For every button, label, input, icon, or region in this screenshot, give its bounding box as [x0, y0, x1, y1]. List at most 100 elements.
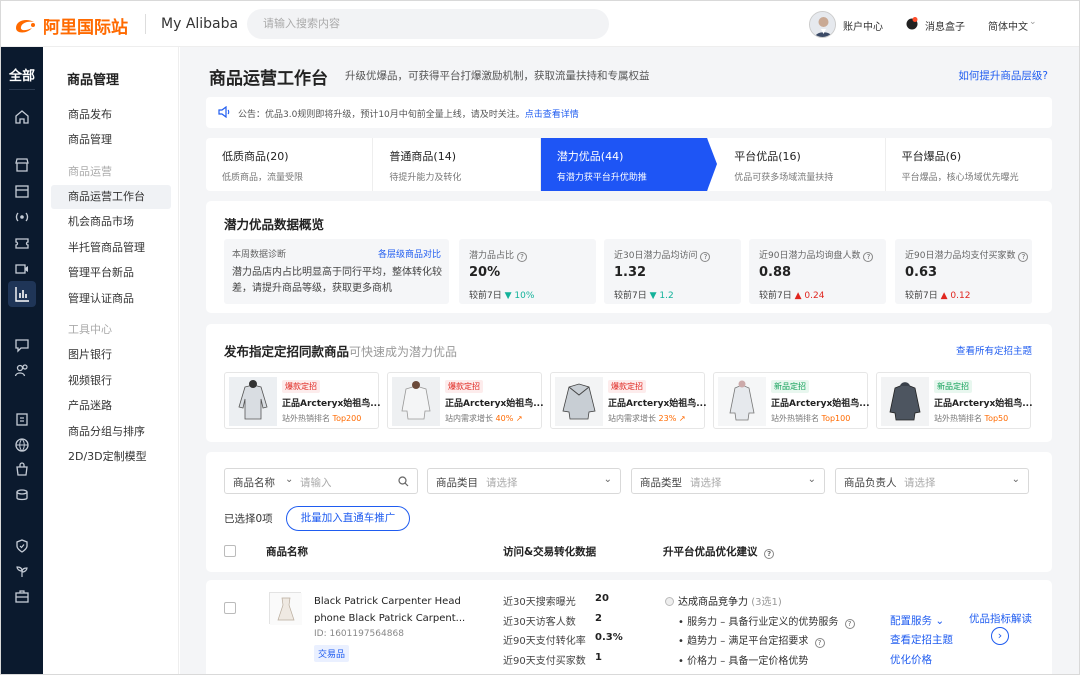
clipboard-icon[interactable] — [14, 411, 30, 427]
category-filter[interactable]: 商品类目 请选择 ⌄ — [427, 468, 621, 494]
owner-filter[interactable]: 商品负责人 请选择 ⌄ — [835, 468, 1029, 494]
message-box-icon[interactable] — [905, 16, 919, 30]
users-icon[interactable] — [14, 362, 30, 378]
bag-icon[interactable] — [14, 461, 30, 477]
help-link[interactable]: 如何提升商品层级? — [958, 68, 1048, 83]
chevron-down-icon: ⌄ — [935, 615, 945, 627]
shop-icon[interactable] — [14, 157, 30, 173]
ticket-icon[interactable] — [14, 235, 30, 251]
view-theme-link[interactable]: 查看定招主题 — [890, 632, 953, 647]
search-input[interactable]: 请输入搜索内容 — [247, 9, 609, 39]
alibaba-logo[interactable]: 阿里国际站 — [13, 13, 128, 38]
product-meta: 站内需求增长 40% ↗ — [445, 413, 523, 424]
help-icon[interactable]: ? — [863, 252, 874, 262]
table-row: Black Patrick Carpenter Head phone Black… — [206, 580, 1052, 674]
metric-compare: 较前7日 ▲ 0.24 — [759, 288, 824, 301]
sidebar-item-2d3d-model[interactable]: 2D/3D定制模型 — [51, 445, 171, 469]
notice-detail-link[interactable]: 点击查看详情 — [525, 110, 579, 120]
product-suggestion-card[interactable]: 爆款定招 正品Arcteryx始祖鸟... 站外热销排名 Top200 — [224, 372, 381, 429]
product-meta: 站外热销排名 Top50 — [934, 413, 1008, 424]
product-name-filter[interactable]: 商品名称 ⌄ 请输入 — [224, 468, 418, 494]
sidebar-item-product-manage[interactable]: 商品管理 — [51, 128, 171, 152]
tab-potential[interactable]: 潜力优品(44) 有潜力获平台升优助推 — [540, 138, 718, 191]
select-all-checkbox[interactable] — [224, 545, 236, 557]
metric-compare: 较前7日 ▼ 10% — [469, 288, 534, 301]
my-alibaba-label[interactable]: My Alibaba — [161, 16, 238, 32]
product-thumbnail[interactable] — [269, 592, 302, 625]
language-select[interactable]: 简体中文 — [988, 18, 1028, 33]
sidebar-item-product-publish[interactable]: 商品发布 — [51, 103, 171, 127]
chevron-down-icon: ⌄ — [285, 474, 294, 485]
chat-icon[interactable] — [14, 337, 30, 353]
metric-compare-label: 较前7日 — [469, 291, 502, 301]
meta-prefix: 站内需求增长 — [608, 414, 656, 423]
sidebar-item-image-bank[interactable]: 图片银行 — [51, 343, 171, 367]
jacket-image-icon — [555, 377, 603, 426]
help-icon[interactable]: ? — [1018, 252, 1029, 262]
globe-icon[interactable] — [14, 437, 30, 453]
optimize-price-link[interactable]: 优化价格 — [890, 652, 932, 667]
product-id: ID: 1601197564868 — [314, 629, 404, 639]
product-title[interactable]: Black Patrick Carpenter Head phone Black… — [314, 593, 484, 627]
suggestion-text: 价格力 – 具备一定价格优势 — [687, 656, 809, 667]
help-icon[interactable]: ? — [517, 252, 528, 262]
alibaba-logo-mark-icon — [16, 19, 35, 32]
tab-low-quality[interactable]: 低质商品(20) 低质商品，流量受限 — [206, 138, 374, 191]
search-icon[interactable] — [398, 476, 409, 487]
sidebar-item-product-maze[interactable]: 产品迷路 — [51, 394, 171, 418]
logo-text: 阿里国际站 — [43, 18, 128, 38]
sidebar-item-certified[interactable]: 管理认证商品 — [51, 287, 171, 311]
sidebar-item-platform-new[interactable]: 管理平台新品 — [51, 261, 171, 285]
interpret-link[interactable]: 优品指标解读 — [969, 611, 1032, 626]
tab-desc: 待提升能力及转化 — [389, 173, 462, 183]
product-name: 正品Arcteryx始祖鸟... — [934, 399, 1033, 409]
help-icon[interactable]: ? — [764, 549, 775, 559]
all-themes-link[interactable]: 查看所有定招主题 — [956, 343, 1032, 357]
avatar[interactable] — [809, 11, 836, 38]
jacket-image-icon — [718, 377, 766, 426]
app-window: 阿里国际站 My Alibaba 请输入搜索内容 账户中心 消息盒子 简体中文 … — [0, 0, 1080, 675]
account-center-link[interactable]: 账户中心 — [843, 18, 883, 33]
tier-compare-link[interactable]: 各层级商品对比 — [378, 247, 441, 260]
person-avatar-icon — [810, 12, 835, 37]
product-suggestion-card[interactable]: 爆款定招 正品Arcteryx始祖鸟... 站内需求增长 40% ↗ — [387, 372, 544, 429]
chevron-right-icon[interactable]: › — [991, 627, 1009, 645]
tab-platform-quality[interactable]: 平台优品(16) 优品可获多场域流量扶持 — [708, 138, 886, 191]
coins-icon[interactable] — [14, 487, 30, 503]
meta-value: 23% ↗ — [658, 414, 686, 423]
sidebar-item-video-bank[interactable]: 视频银行 — [51, 369, 171, 393]
product-type-filter[interactable]: 商品类型 请选择 ⌄ — [631, 468, 825, 494]
product-suggestion-card[interactable]: 爆款定招 正品Arcteryx始祖鸟... 站内需求增长 23% ↗ — [550, 372, 707, 429]
sidebar-item-grouping-sort[interactable]: 商品分组与排序 — [51, 420, 171, 444]
chevron-down-icon: ⌄ — [1011, 474, 1020, 485]
speaker-icon — [218, 106, 230, 118]
product-suggestion-card[interactable]: 新品定招 正品Arcteryx始祖鸟... 站外热销排名 Top50 — [876, 372, 1033, 429]
tab-platform-hot[interactable]: 平台爆品(6) 平台爆品，核心场域优先曝光 — [886, 138, 1052, 191]
toolbox-icon[interactable] — [14, 588, 30, 604]
help-icon[interactable]: ? — [844, 619, 855, 629]
configure-service-link[interactable]: 配置服务 ⌄ — [890, 613, 944, 628]
message-box-link[interactable]: 消息盒子 — [925, 18, 965, 33]
video-icon[interactable] — [14, 261, 30, 277]
tab-label: 平台优品(16) — [734, 150, 801, 163]
product-suggestion-card[interactable]: 新品定招 正品Arcteryx始祖鸟... 站外热销排名 Top100 — [713, 372, 870, 429]
help-icon[interactable]: ? — [700, 252, 711, 262]
sidebar-item-opportunity-market[interactable]: 机会商品市场 — [51, 210, 171, 234]
column-header-suggestion: 升平台优品优化建议 ? — [663, 544, 775, 559]
row-checkbox[interactable] — [224, 602, 236, 614]
sidebar-item-workbench[interactable]: 商品运营工作台 — [51, 185, 171, 209]
suggestion-item: • 服务力 – 具备行业定义的优势服务 ? — [678, 613, 855, 629]
shield-icon[interactable] — [14, 538, 30, 554]
home-icon[interactable] — [14, 109, 30, 125]
sidebar-item-semi-managed[interactable]: 半托管商品管理 — [51, 236, 171, 260]
batch-promote-button[interactable]: 批量加入直通车推广 — [286, 506, 410, 531]
rail-all-label[interactable]: 全部 — [1, 65, 43, 84]
filter-placeholder: 请选择 — [486, 477, 518, 489]
broadcast-icon[interactable] — [14, 209, 30, 225]
notice-bar: 公告：优品3.0规则即将升级，预计10月中旬前全量上线，请及时关注。点击查看详情 — [206, 97, 1052, 128]
plant-icon[interactable] — [14, 563, 30, 579]
chart-icon[interactable] — [8, 281, 36, 307]
help-icon[interactable]: ? — [814, 638, 825, 648]
tab-normal[interactable]: 普通商品(14) 待提升能力及转化 — [373, 138, 541, 191]
box-icon[interactable] — [14, 183, 30, 199]
